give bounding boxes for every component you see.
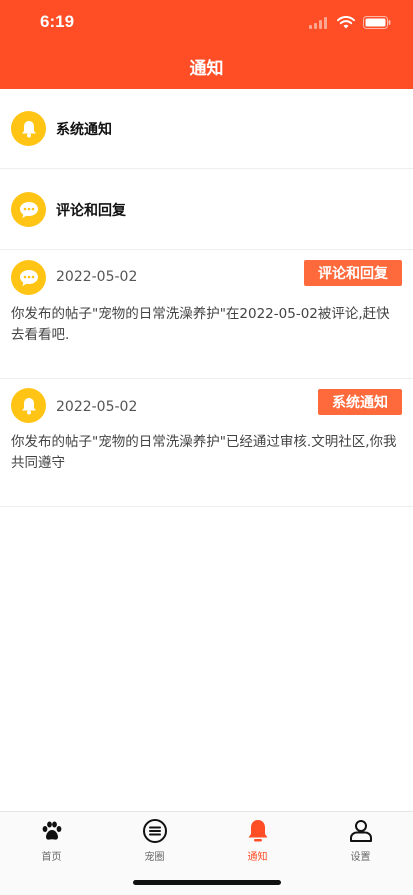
battery-icon	[363, 14, 391, 33]
bell-icon	[11, 111, 46, 146]
status-icons	[309, 14, 391, 33]
tab-label: 设置	[350, 852, 371, 863]
status-time: 6:19	[40, 12, 75, 31]
page-title: 通知	[189, 59, 224, 79]
tab-notifications[interactable]: 通知	[206, 818, 309, 868]
list-circle-icon	[142, 818, 168, 844]
message-item[interactable]: 2022-05-02 系统通知 你发布的帖子"宠物的日常洗澡养护"已经通过审核.…	[0, 379, 413, 507]
bell-icon	[11, 388, 46, 423]
tab-settings[interactable]: 设置	[309, 818, 412, 868]
paw-icon	[39, 818, 65, 844]
signal-icon	[309, 14, 329, 33]
tab-label: 宠圈	[144, 852, 165, 863]
tab-label: 首页	[41, 852, 62, 863]
home-indicator	[133, 880, 281, 885]
tab-label: 通知	[247, 852, 268, 863]
user-icon	[348, 818, 374, 844]
message-tag: 系统通知	[318, 389, 402, 415]
chat-bubble-icon	[11, 192, 46, 227]
message-tag: 评论和回复	[304, 260, 402, 286]
nav-bar: 通知	[0, 44, 413, 89]
message-date: 2022-05-02	[56, 269, 138, 285]
message-text: 你发布的帖子"宠物的日常洗澡养护"在2022-05-02被评论,赶快去看看吧.	[11, 306, 390, 343]
message-item[interactable]: 2022-05-02 评论和回复 你发布的帖子"宠物的日常洗澡养护"在2022-…	[0, 251, 413, 379]
category-row-system[interactable]: 系统通知	[0, 89, 413, 169]
category-label: 系统通知	[56, 122, 112, 138]
chat-bubble-icon	[11, 260, 46, 295]
message-text: 你发布的帖子"宠物的日常洗澡养护"已经通过审核.文明社区,你我共同遵守	[11, 434, 397, 471]
wifi-icon	[337, 14, 355, 33]
tab-pet-circle[interactable]: 宠圈	[103, 818, 206, 868]
message-date: 2022-05-02	[56, 399, 138, 415]
category-row-comments[interactable]: 评论和回复	[0, 170, 413, 250]
category-label: 评论和回复	[56, 203, 126, 219]
tab-home[interactable]: 首页	[0, 818, 103, 868]
bell-icon	[245, 818, 271, 844]
status-bar: 6:19	[0, 0, 413, 44]
